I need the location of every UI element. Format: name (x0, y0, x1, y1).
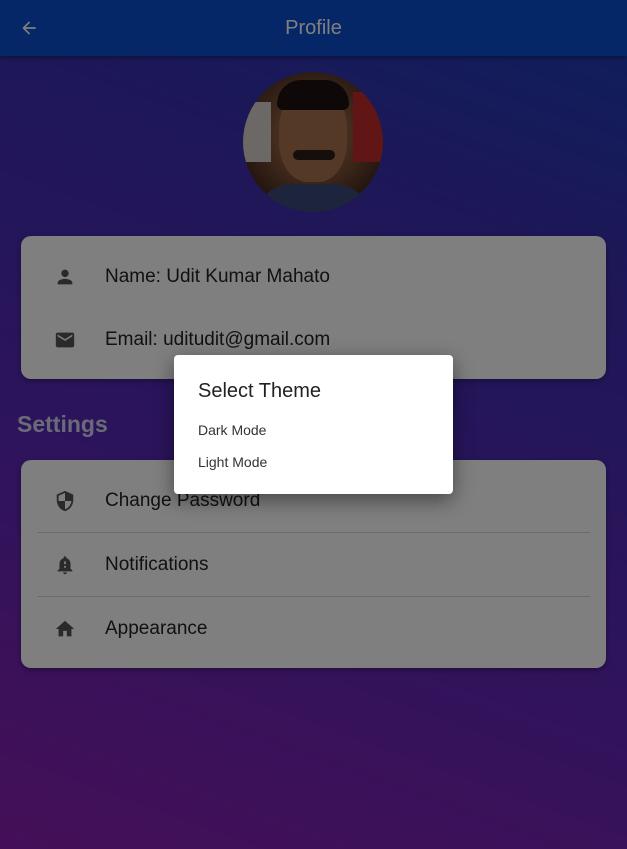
light-mode-option[interactable]: Light Mode (198, 454, 267, 470)
select-theme-dialog: Select Theme Dark Mode Light Mode (174, 355, 453, 494)
dark-mode-option[interactable]: Dark Mode (198, 422, 266, 438)
dialog-title: Select Theme (198, 380, 322, 402)
